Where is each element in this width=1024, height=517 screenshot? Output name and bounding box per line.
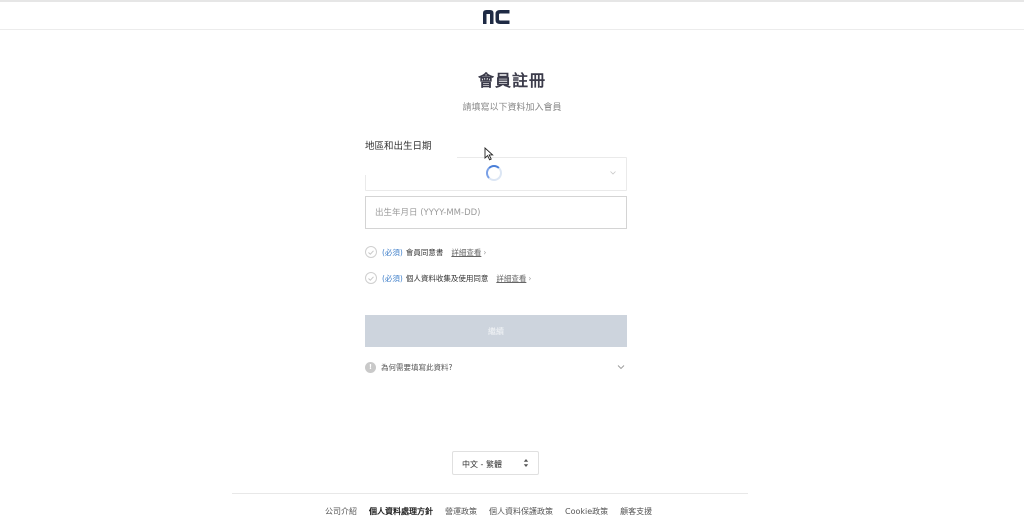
footer-links: 公司介紹 個人資料處理方針 營運政策 個人資料保護政策 Cookie政策 顧客支… [325, 506, 652, 517]
sort-updown-icon [523, 459, 529, 467]
required-tag: (必須) [382, 273, 403, 283]
page-subtitle: 請填寫以下資料加入會員 [462, 103, 562, 113]
footer-link-support[interactable]: 顧客支援 [620, 506, 652, 517]
footer-link-operations-policy[interactable]: 營運政策 [445, 506, 477, 517]
check-circle-icon[interactable] [365, 272, 377, 284]
top-bar [0, 0, 1024, 30]
check-circle-icon[interactable] [365, 246, 377, 258]
footer-divider [232, 493, 748, 494]
footer-link-data-protection[interactable]: 個人資料保護政策 [489, 506, 553, 517]
language-value: 中文 - 繁體 [462, 460, 502, 469]
birthdate-input[interactable] [365, 196, 627, 229]
view-details-link[interactable]: 詳細查看 [451, 247, 481, 258]
agreement-privacy: (必須) 個人資料收集及使用同意 詳細查看 › [365, 271, 531, 285]
agreement-member-terms: (必須) 會員同意書 詳細查看 › [365, 245, 486, 259]
footer-link-cookie-policy[interactable]: Cookie政策 [565, 506, 608, 517]
chevron-down-icon [610, 171, 616, 175]
agreement-label: 會員同意書 [405, 247, 444, 257]
nc-logo-icon[interactable] [481, 9, 511, 25]
page-title: 會員註冊 [477, 71, 546, 90]
loading-spinner-icon [486, 165, 502, 181]
chevron-down-icon [617, 365, 625, 370]
required-tag: (必須) [382, 247, 403, 257]
info-icon: ! [365, 361, 376, 373]
footer-link-privacy-policy[interactable]: 個人資料處理方針 [369, 506, 433, 517]
footer-link-company[interactable]: 公司介紹 [325, 506, 357, 517]
why-needed-text: 為何需要填寫此資料? [381, 362, 453, 372]
chevron-right-icon: › [528, 273, 532, 283]
agreement-label: 個人資料收集及使用同意 [405, 273, 489, 283]
mouse-cursor-icon [484, 147, 494, 161]
chevron-right-icon: › [483, 247, 487, 257]
continue-button[interactable]: 繼續 [365, 315, 627, 347]
region-dob-label: 地區和出生日期 [365, 141, 432, 152]
language-select[interactable]: 中文 - 繁體 [452, 451, 539, 475]
view-details-link[interactable]: 詳細查看 [496, 273, 526, 284]
why-needed-toggle[interactable]: ! 為何需要填寫此資料? [365, 360, 627, 374]
